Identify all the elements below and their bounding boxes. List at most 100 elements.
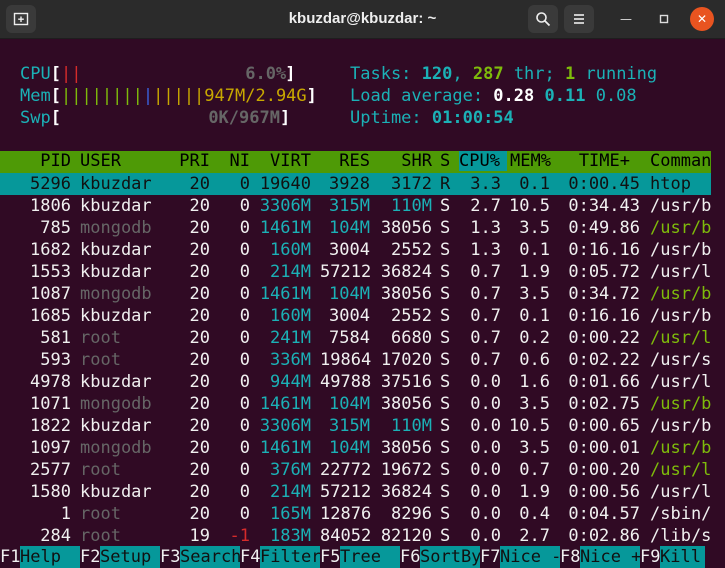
cell-mem: 1.6: [519, 372, 550, 392]
fkey-f8[interactable]: F8: [560, 546, 580, 568]
cell-shr: 3172: [391, 174, 432, 194]
cell-shr: 36824: [380, 482, 432, 502]
col-ni[interactable]: NI: [215, 151, 250, 171]
cell-state: S: [440, 284, 451, 304]
col-state[interactable]: S: [440, 151, 450, 171]
cell-mem: 2.7: [519, 526, 550, 546]
cell-pid: 1071: [30, 394, 71, 414]
cell-virt: 165M: [270, 504, 311, 524]
terminal-area[interactable]: CPU[|| 6.0%] Mem[||||||||||||||947M/2.94…: [0, 40, 725, 568]
fkey-f5[interactable]: F5: [320, 546, 340, 568]
fkey-label-f4[interactable]: Filter: [260, 546, 320, 568]
fkey-label-f1[interactable]: Help: [20, 546, 80, 568]
process-row[interactable]: 1097 mongodb 20 0 1461M 104M 38056 S 0.0 3.5 0:00.…: [0, 437, 725, 459]
process-row[interactable]: 1553 kbuzdar 20 0 214M 57212 36824 S 0.7 1.9 0:05.…: [0, 261, 725, 283]
cell-cpu: 0.0: [470, 460, 501, 480]
col-time[interactable]: TIME+: [560, 151, 630, 171]
fkey-f3[interactable]: F3: [160, 546, 180, 568]
cell-user: kbuzdar: [80, 240, 152, 260]
cell-res: 104M: [329, 218, 370, 238]
fkey-f2[interactable]: F2: [80, 546, 100, 568]
fkey-f9[interactable]: F9: [640, 546, 660, 568]
cell-pid: 2577: [30, 460, 71, 480]
cell-user: kbuzdar: [80, 174, 152, 194]
minimize-button[interactable]: —: [614, 7, 638, 31]
cell-res: 57212: [320, 262, 372, 282]
cell-pid: 1685: [30, 306, 71, 326]
process-row[interactable]: 1 root 20 0 165M 12876 8296 S 0.0 0.4 0:04.57/sbin…: [0, 503, 725, 525]
cell-cpu: 0.7: [470, 350, 501, 370]
menu-button[interactable]: [564, 5, 594, 33]
close-button[interactable]: ✕: [690, 7, 714, 31]
process-row[interactable]: 593 root 20 0 336M 19864 17020 S 0.7 0.6 0:02.22/u…: [0, 349, 725, 371]
cell-ni: 0: [239, 438, 250, 458]
cell-pri: 20: [189, 284, 210, 304]
cell-command: /usr/s: [650, 350, 712, 370]
cell-pid: 1806: [30, 196, 71, 216]
cell-shr: 19672: [380, 460, 432, 480]
cell-shr: 38056: [380, 394, 432, 414]
fkey-label-f5[interactable]: Tree: [340, 546, 400, 568]
cell-ni: 0: [239, 372, 250, 392]
fkey-label-f7[interactable]: Nice -: [500, 546, 560, 568]
process-row[interactable]: 1087 mongodb 20 0 1461M 104M 38056 S 0.7 3.5 0:34.…: [0, 283, 725, 305]
fkey-f6[interactable]: F6: [400, 546, 420, 568]
process-row[interactable]: 5296 kbuzdar 20 0 19640 3928 3172 R 3.3 0.1 0:00.4…: [0, 173, 711, 195]
cell-res: 104M: [329, 284, 370, 304]
maximize-button[interactable]: [652, 7, 676, 31]
process-row[interactable]: 284 root 19 -1 183M 84052 82120 S 0.0 2.7 0:02.86 /…: [0, 525, 725, 547]
cell-shr: 2552: [391, 306, 432, 326]
process-row[interactable]: 4978 kbuzdar 20 0 944M 49788 37516 S 0.0 1.6 0:01.…: [0, 371, 725, 393]
col-mem[interactable]: MEM%: [510, 151, 551, 171]
process-row[interactable]: 2577 root 20 0 376M 22772 19672 S 0.0 0.7 0:00.20 /…: [0, 459, 725, 481]
process-row[interactable]: 581 root 20 0 241M 7584 6680 S 0.7 0.2 0:00.22/usr…: [0, 327, 725, 349]
process-row[interactable]: 1806 kbuzdar 20 0 3306M 315M 110M S 2.7 10.5 0:34.…: [0, 195, 725, 217]
fkey-label-f3[interactable]: Search: [180, 546, 240, 568]
col-virt[interactable]: VIRT: [255, 151, 311, 171]
cell-time: 0:00.56: [568, 482, 640, 502]
cell-cpu: 1.3: [470, 240, 501, 260]
process-row[interactable]: 785 mongodb 20 0 1461M 104M 38056 S 1.3 3.5 0:49.8…: [0, 217, 725, 239]
search-button[interactable]: [528, 5, 558, 33]
col-pri[interactable]: PRI: [170, 151, 210, 171]
process-table-header[interactable]: PID USER PRI NI VIRT RES SHR S CPU% MEM%…: [0, 151, 711, 173]
cell-virt: 1461M: [259, 218, 311, 238]
cell-user: kbuzdar: [80, 372, 152, 392]
cell-time: 0:00.20: [568, 460, 640, 480]
cell-state: S: [440, 438, 451, 458]
col-pid[interactable]: PID: [0, 151, 71, 171]
process-row[interactable]: 1685 kbuzdar 20 0 160M 3004 2552 S 0.7 0.1 0:16.16…: [0, 305, 725, 327]
cell-shr: 110M: [391, 416, 432, 436]
col-shr[interactable]: SHR: [380, 151, 432, 171]
cell-user: kbuzdar: [80, 416, 152, 436]
fkey-label-f6[interactable]: SortBy: [420, 546, 480, 568]
cell-user: root: [80, 460, 121, 480]
col-user[interactable]: USER: [80, 151, 121, 171]
fkey-f1[interactable]: F1: [0, 546, 20, 568]
cell-virt: 376M: [270, 460, 311, 480]
fkey-label-f2[interactable]: Setup: [100, 546, 160, 568]
col-command[interactable]: Comman: [650, 151, 711, 171]
cell-cpu: 0.0: [470, 394, 501, 414]
process-row[interactable]: 1071 mongodb 20 0 1461M 104M 38056 S 0.0 3.5 0:02.…: [0, 393, 725, 415]
process-row[interactable]: 1682 kbuzdar 20 0 160M 3004 2552 S 1.3 0.1 0:16.16…: [0, 239, 725, 261]
process-row[interactable]: 1822 kbuzdar 20 0 3306M 315M 110M S 0.0 10.5 0:00.…: [0, 415, 725, 437]
fkey-f7[interactable]: F7: [480, 546, 500, 568]
col-res[interactable]: RES: [320, 151, 370, 171]
cell-time: 0:34.72: [568, 284, 640, 304]
cell-virt: 183M: [270, 526, 311, 546]
process-row[interactable]: 1580 kbuzdar 20 0 214M 57212 36824 S 0.0 1.9 0:00.…: [0, 481, 725, 503]
col-cpu[interactable]: CPU%: [459, 151, 507, 171]
cell-cpu: 0.0: [470, 526, 501, 546]
cell-virt: 336M: [270, 350, 311, 370]
cell-command: /usr/b: [650, 218, 712, 238]
cell-virt: 1461M: [259, 394, 311, 414]
fkey-label-f8[interactable]: Nice +: [580, 546, 640, 568]
fkey-f4[interactable]: F4: [240, 546, 260, 568]
fkey-label-f9[interactable]: Kill: [660, 546, 705, 568]
cell-pid: 1580: [30, 482, 71, 502]
cell-time: 0:00.45: [568, 174, 640, 194]
cell-command: /usr/b: [650, 284, 712, 304]
cell-res: 19864: [320, 350, 372, 370]
cell-command: /lib/s: [650, 526, 712, 546]
